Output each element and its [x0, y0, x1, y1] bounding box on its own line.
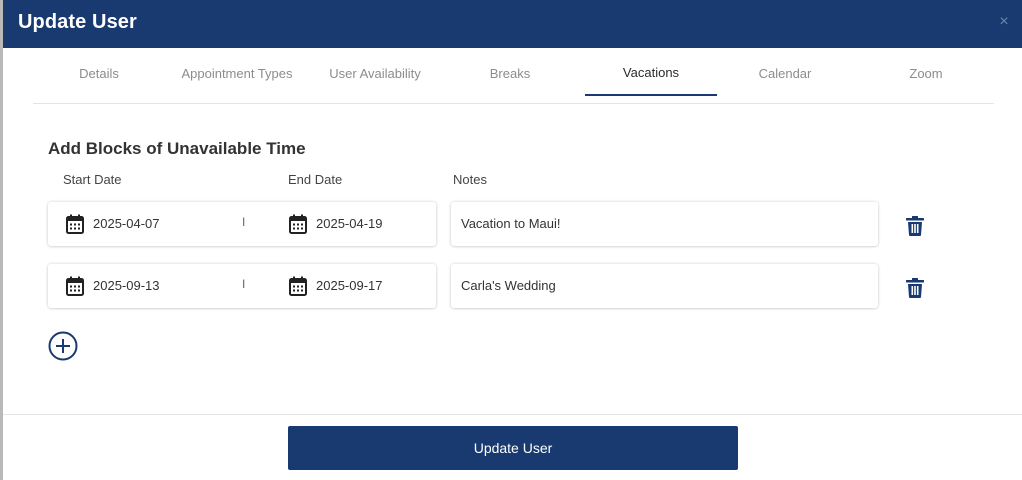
trash-icon[interactable] — [906, 278, 924, 298]
tab-vacations[interactable]: Vacations — [585, 48, 717, 96]
notes-value[interactable]: Vacation to Maui! — [461, 216, 560, 231]
start-date-value[interactable]: 2025-09-13 — [93, 278, 160, 293]
tab-calendar[interactable]: Calendar — [748, 48, 822, 94]
notes-field[interactable]: Vacation to Maui! — [451, 202, 878, 246]
modal-footer: Update User — [3, 414, 1022, 480]
date-separator: I — [242, 277, 246, 291]
date-separator: I — [242, 215, 246, 229]
modal-title: Update User — [18, 11, 137, 33]
tab-breaks[interactable]: Breaks — [476, 48, 544, 94]
close-icon[interactable]: × — [994, 12, 1014, 32]
update-user-modal: Update User × Details Appointment Types … — [3, 0, 1022, 480]
calendar-icon — [66, 214, 84, 234]
plus-circle-icon[interactable] — [48, 331, 78, 361]
calendar-icon — [289, 214, 307, 234]
tab-zoom[interactable]: Zoom — [893, 48, 959, 94]
tab-details[interactable]: Details — [64, 48, 134, 94]
end-date-label: End Date — [288, 172, 343, 187]
tab-bar: Details Appointment Types User Availabil… — [33, 48, 994, 104]
date-range-picker[interactable]: 2025-09-13 I 2025-09-17 — [48, 264, 436, 308]
start-date-label: Start Date — [63, 172, 122, 187]
calendar-icon — [289, 276, 307, 296]
calendar-icon — [66, 276, 84, 296]
tab-user-availability[interactable]: User Availability — [320, 48, 430, 94]
notes-value[interactable]: Carla's Wedding — [461, 278, 556, 293]
notes-field[interactable]: Carla's Wedding — [451, 264, 878, 308]
tab-appointment-types[interactable]: Appointment Types — [174, 48, 300, 94]
notes-label: Notes — [453, 172, 487, 187]
update-user-button[interactable]: Update User — [288, 426, 738, 470]
end-date-value[interactable]: 2025-04-19 — [316, 216, 383, 231]
modal-header: Update User × — [3, 0, 1022, 48]
trash-icon[interactable] — [906, 216, 924, 236]
end-date-value[interactable]: 2025-09-17 — [316, 278, 383, 293]
date-range-picker[interactable]: 2025-04-07 I 2025-04-19 — [48, 202, 436, 246]
start-date-value[interactable]: 2025-04-07 — [93, 216, 160, 231]
section-title: Add Blocks of Unavailable Time — [48, 139, 306, 158]
